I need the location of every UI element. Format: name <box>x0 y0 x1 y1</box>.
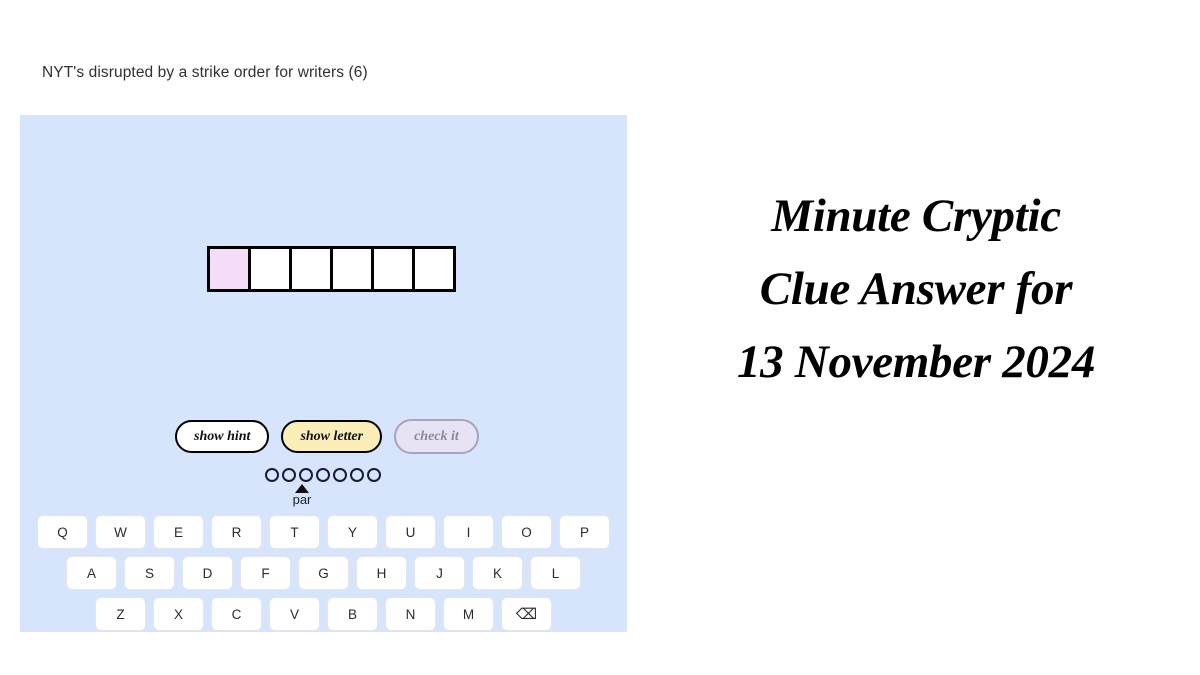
check-it-button[interactable]: check it <box>394 419 479 455</box>
key-y[interactable]: Y <box>327 515 378 549</box>
key-k[interactable]: K <box>472 556 523 590</box>
page-title-line-2: Clue Answer for <box>759 262 1073 315</box>
game-panel: show hint show letter check it par QWERT… <box>20 115 627 632</box>
key-w[interactable]: W <box>95 515 146 549</box>
key-p[interactable]: P <box>559 515 610 549</box>
answer-grid[interactable] <box>207 246 456 292</box>
key-x[interactable]: X <box>153 597 204 631</box>
key-s[interactable]: S <box>124 556 175 590</box>
par-dots <box>265 468 425 482</box>
key-n[interactable]: N <box>385 597 436 631</box>
key-z[interactable]: Z <box>95 597 146 631</box>
par-marker: par <box>285 484 319 507</box>
grid-cell-3[interactable] <box>292 249 330 289</box>
key-j[interactable]: J <box>414 556 465 590</box>
par-dot-7 <box>367 468 381 482</box>
grid-cell-5[interactable] <box>374 249 412 289</box>
key-b[interactable]: B <box>327 597 378 631</box>
clue-text: NYT's disrupted by a strike order for wr… <box>42 64 368 81</box>
par-tracker: par <box>265 468 425 507</box>
key-q[interactable]: Q <box>37 515 88 549</box>
key-l[interactable]: L <box>530 556 581 590</box>
par-dot-2 <box>282 468 296 482</box>
key-c[interactable]: C <box>211 597 262 631</box>
key-u[interactable]: U <box>385 515 436 549</box>
action-buttons: show hint show letter check it <box>175 419 479 455</box>
grid-cell-1[interactable] <box>210 249 248 289</box>
par-dot-4 <box>316 468 330 482</box>
page-title: Minute Cryptic Clue Answer for 13 Novemb… <box>636 180 1196 399</box>
key-m[interactable]: M <box>443 597 494 631</box>
backspace-icon[interactable]: ⌫ <box>501 597 552 631</box>
show-letter-button[interactable]: show letter <box>281 420 383 454</box>
key-h[interactable]: H <box>356 556 407 590</box>
par-dot-1 <box>265 468 279 482</box>
key-i[interactable]: I <box>443 515 494 549</box>
key-v[interactable]: V <box>269 597 320 631</box>
key-a[interactable]: A <box>66 556 117 590</box>
page-title-line-3: 13 November 2024 <box>736 335 1096 388</box>
par-dot-5 <box>333 468 347 482</box>
par-dot-3 <box>299 468 313 482</box>
par-dot-6 <box>350 468 364 482</box>
key-r[interactable]: R <box>211 515 262 549</box>
page-title-line-1: Minute Cryptic <box>771 190 1061 242</box>
key-t[interactable]: T <box>269 515 320 549</box>
show-hint-button[interactable]: show hint <box>175 420 270 454</box>
grid-cell-2[interactable] <box>251 249 289 289</box>
keyboard-row-2: ASDFGHJKL <box>20 556 627 590</box>
keyboard-row-1: QWERTYUIOP <box>20 515 627 549</box>
key-g[interactable]: G <box>298 556 349 590</box>
key-e[interactable]: E <box>153 515 204 549</box>
par-label: par <box>292 492 312 507</box>
key-o[interactable]: O <box>501 515 552 549</box>
keyboard-row-3: Z X C V B N M ⌫ <box>20 597 627 631</box>
on-screen-keyboard: QWERTYUIOP ASDFGHJKL Z X C V B N M ⌫ <box>20 515 627 632</box>
key-d[interactable]: D <box>182 556 233 590</box>
key-f[interactable]: F <box>240 556 291 590</box>
grid-cell-6[interactable] <box>415 249 453 289</box>
grid-cell-4[interactable] <box>333 249 371 289</box>
